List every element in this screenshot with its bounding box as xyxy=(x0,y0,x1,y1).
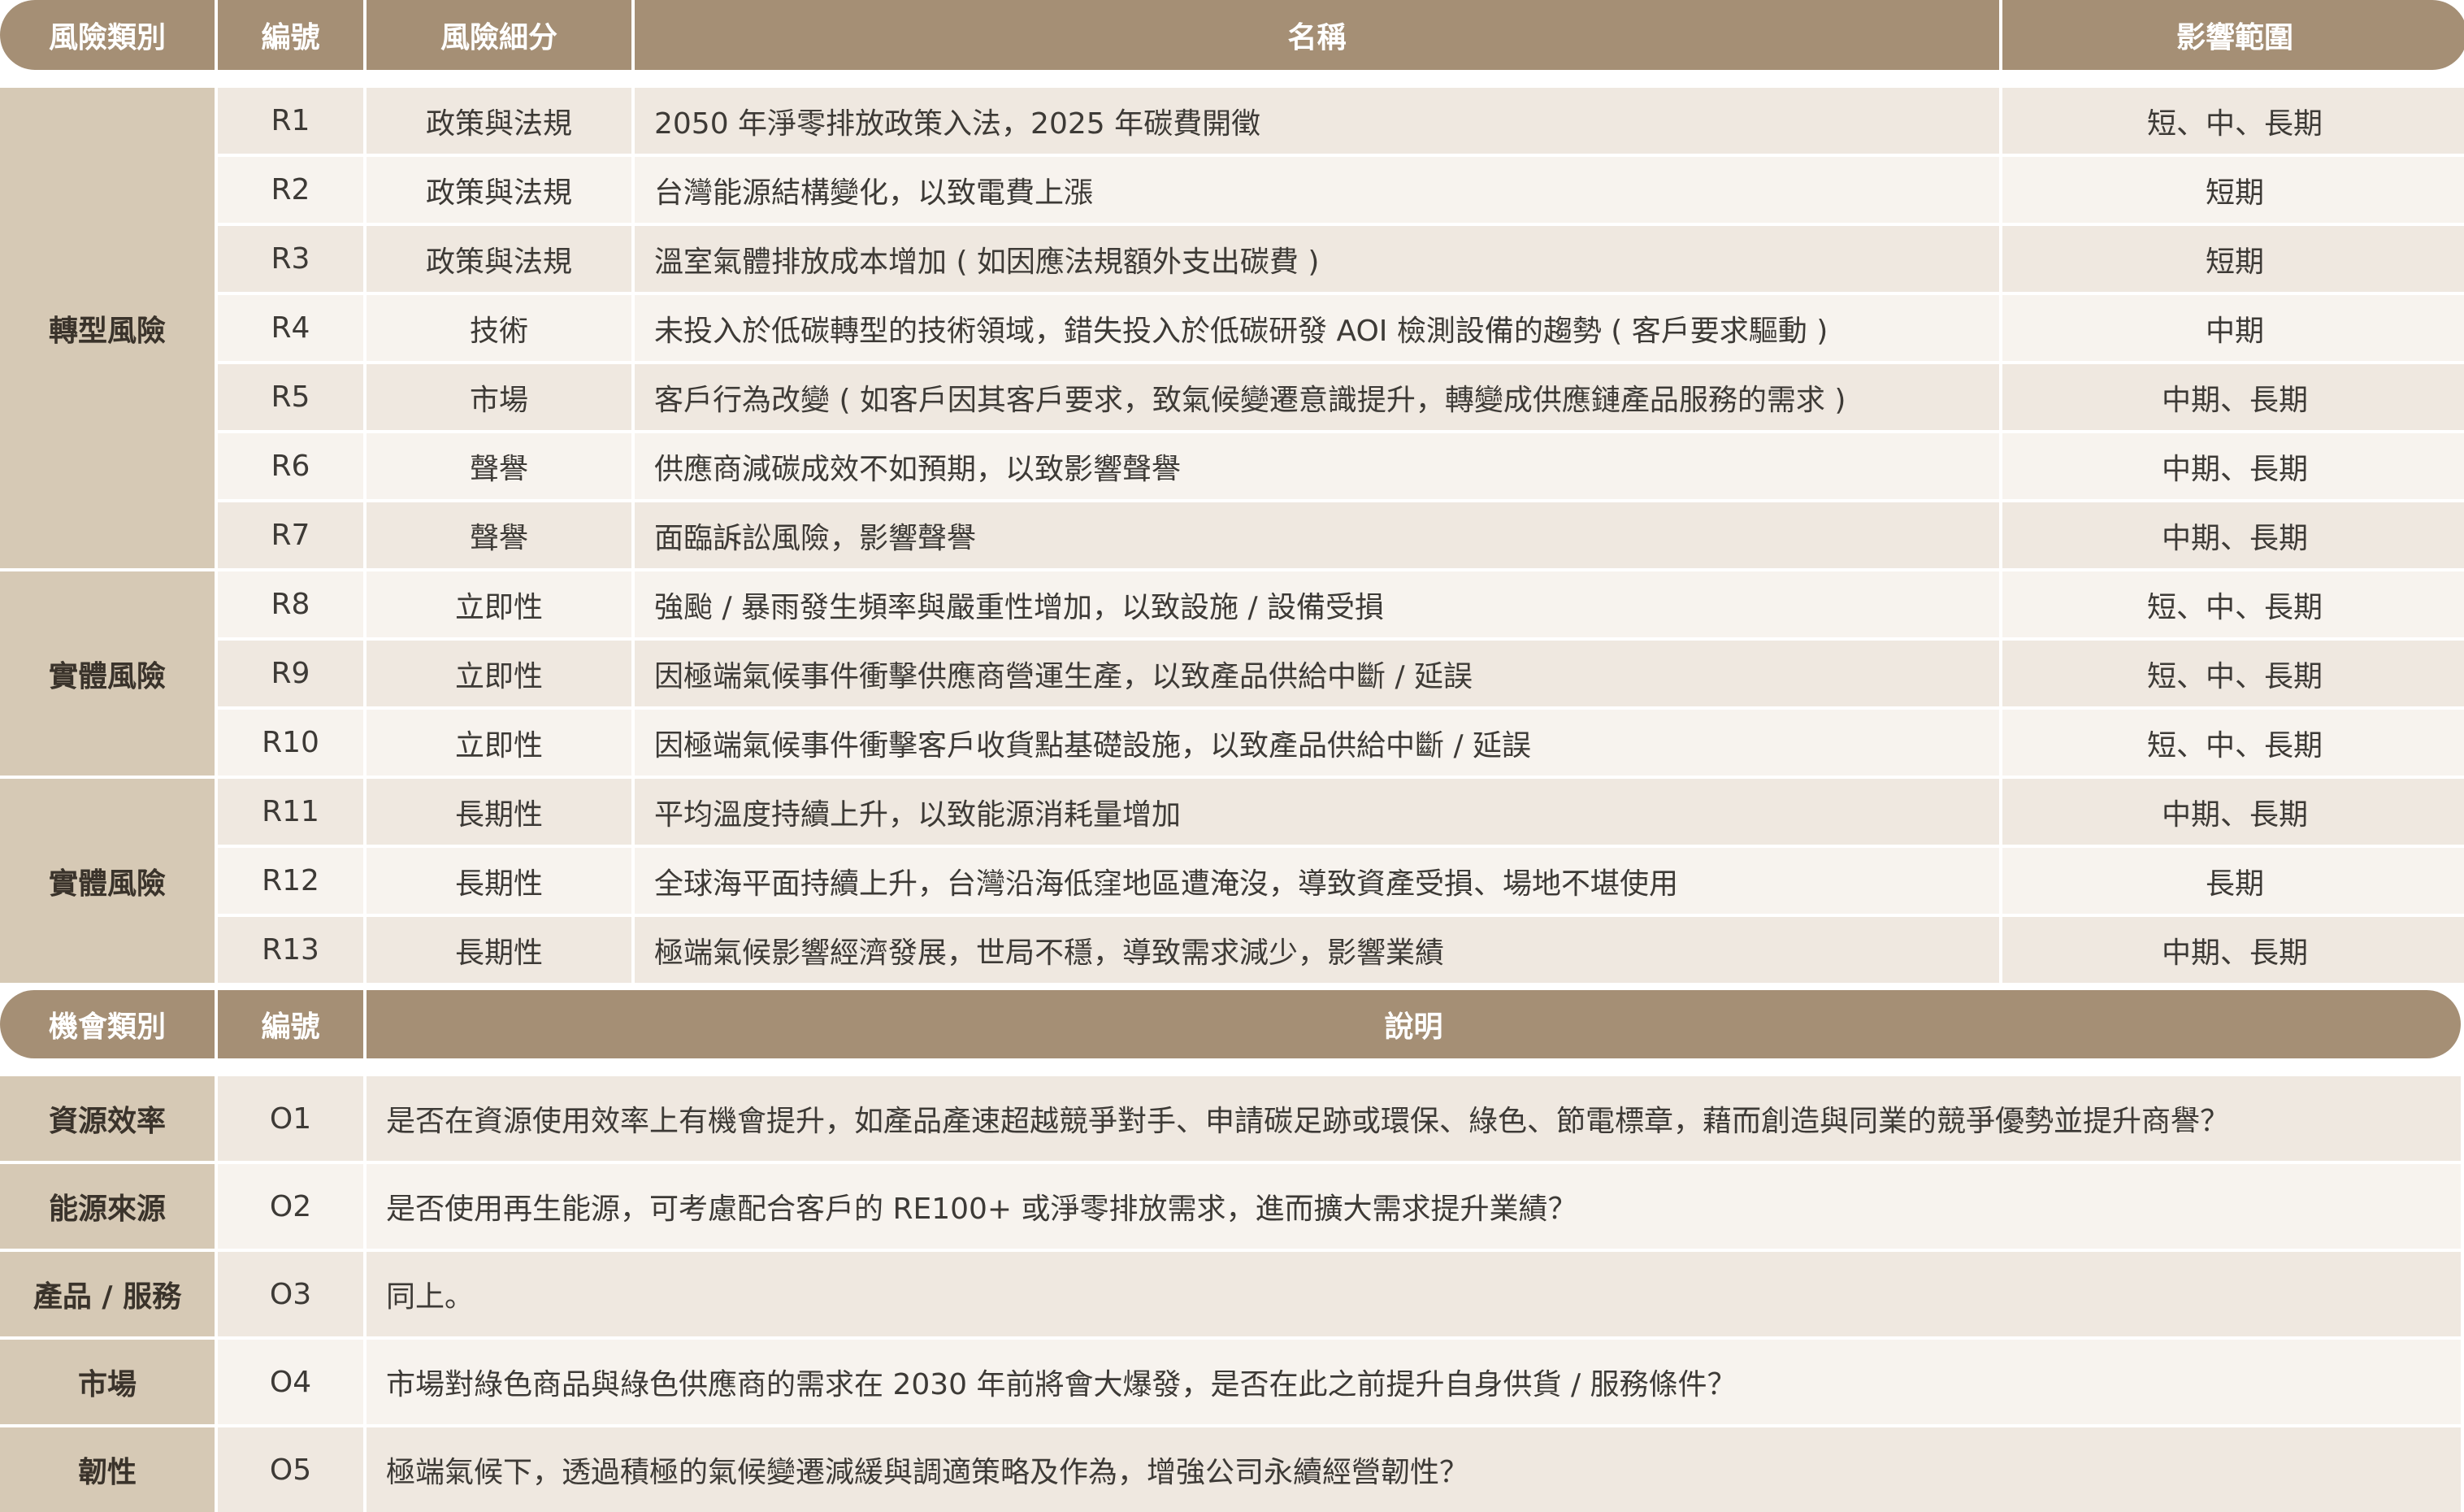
risk-category-cell: 實體風險 xyxy=(0,779,215,983)
risk-id-cell: R9 xyxy=(218,641,363,706)
risk-id-cell: R12 xyxy=(218,848,363,914)
risk-impact-cell: 中期、長期 xyxy=(2002,433,2464,499)
risk-name-cell: 未投入於低碳轉型的技術領域，錯失投入於低碳研發 AOI 檢測設備的趨勢 ( 客戶… xyxy=(635,295,1999,361)
risk-impact-cell: 短期 xyxy=(2002,157,2464,223)
risk-subcategory-cell: 聲譽 xyxy=(367,502,631,568)
risk-name-cell: 2050 年淨零排放政策入法，2025 年碳費開徵 xyxy=(635,88,1999,154)
risk-header-name: 名稱 xyxy=(635,0,1999,70)
risk-name-cell: 因極端氣候事件衝擊客戶收貨點基礎設施，以致產品供給中斷 / 延誤 xyxy=(635,710,1999,776)
risk-header-impact: 影響範圍 xyxy=(2002,0,2464,70)
risk-subcategory-cell: 立即性 xyxy=(367,710,631,776)
risk-impact-cell: 中期、長期 xyxy=(2002,364,2464,430)
opportunity-category-cell: 資源效率 xyxy=(0,1076,215,1161)
opportunity-description-cell: 是否使用再生能源，可考慮配合客戶的 RE100+ 或淨零排放需求，進而擴大需求提… xyxy=(367,1164,2461,1249)
risk-header-spacer xyxy=(0,73,2464,85)
opportunity-id-cell: O3 xyxy=(218,1252,363,1336)
risk-subcategory-cell: 政策與法規 xyxy=(367,157,631,223)
risk-subcategory-cell: 長期性 xyxy=(367,848,631,914)
risk-name-cell: 供應商減碳成效不如預期，以致影響聲譽 xyxy=(635,433,1999,499)
opportunity-id-cell: O2 xyxy=(218,1164,363,1249)
risk-impact-cell: 短、中、長期 xyxy=(2002,641,2464,706)
risk-id-cell: R10 xyxy=(218,710,363,776)
opportunity-id-cell: O4 xyxy=(218,1340,363,1424)
risk-name-cell: 全球海平面持續上升，台灣沿海低窪地區遭淹沒，導致資產受損、場地不堪使用 xyxy=(635,848,1999,914)
risk-name-cell: 客戶行為改變 ( 如客戶因其客戶要求，致氣候變遷意識提升，轉變成供應鏈產品服務的… xyxy=(635,364,1999,430)
risk-category-cell: 實體風險 xyxy=(0,571,215,776)
opportunity-description-cell: 極端氣候下，透過積極的氣候變遷減緩與調適策略及作為，增強公司永續經營韌性？ xyxy=(367,1427,2461,1512)
risk-id-cell: R11 xyxy=(218,779,363,845)
risk-subcategory-cell: 政策與法規 xyxy=(367,226,631,292)
risk-id-cell: R7 xyxy=(218,502,363,568)
risk-subcategory-cell: 長期性 xyxy=(367,917,631,983)
opportunity-id-cell: O5 xyxy=(218,1427,363,1512)
risk-impact-cell: 長期 xyxy=(2002,848,2464,914)
risk-impact-cell: 中期、長期 xyxy=(2002,502,2464,568)
risk-id-cell: R4 xyxy=(218,295,363,361)
risk-header-id: 編號 xyxy=(218,0,363,70)
risk-name-cell: 平均溫度持續上升，以致能源消耗量增加 xyxy=(635,779,1999,845)
opportunity-category-cell: 產品 / 服務 xyxy=(0,1252,215,1336)
risk-impact-cell: 短、中、長期 xyxy=(2002,710,2464,776)
risk-name-cell: 極端氣候影響經濟發展，世局不穩，導致需求減少，影響業績 xyxy=(635,917,1999,983)
risk-name-cell: 面臨訴訟風險，影響聲譽 xyxy=(635,502,1999,568)
opportunity-header-id: 編號 xyxy=(218,990,363,1058)
risk-impact-cell: 短期 xyxy=(2002,226,2464,292)
opportunity-description-cell: 同上。 xyxy=(367,1252,2461,1336)
risk-subcategory-cell: 聲譽 xyxy=(367,433,631,499)
risk-header-category: 風險類別 xyxy=(0,0,215,70)
risk-impact-cell: 中期、長期 xyxy=(2002,917,2464,983)
risk-category-cell: 轉型風險 xyxy=(0,88,215,568)
risk-id-cell: R13 xyxy=(218,917,363,983)
risk-subcategory-cell: 技術 xyxy=(367,295,631,361)
climate-risk-opportunity-tables: 風險類別 編號 風險細分 名稱 影響範圍 轉型風險 實體風險 實體風險 R1 政策與法規… xyxy=(0,0,2464,1512)
risk-subcategory-cell: 立即性 xyxy=(367,641,631,706)
risk-impact-cell: 短、中、長期 xyxy=(2002,88,2464,154)
opportunity-category-cell: 能源來源 xyxy=(0,1164,215,1249)
opportunity-header-description: 說明 xyxy=(367,990,2461,1058)
opportunity-header-spacer xyxy=(0,1062,2461,1073)
risk-header-subcategory: 風險細分 xyxy=(367,0,631,70)
opportunity-header-category: 機會類別 xyxy=(0,990,215,1058)
opportunity-category-cell: 市場 xyxy=(0,1340,215,1424)
risk-subcategory-cell: 長期性 xyxy=(367,779,631,845)
opportunity-category-cell: 韌性 xyxy=(0,1427,215,1512)
risk-id-cell: R2 xyxy=(218,157,363,223)
risk-id-cell: R8 xyxy=(218,571,363,637)
risk-subcategory-cell: 市場 xyxy=(367,364,631,430)
risk-id-cell: R3 xyxy=(218,226,363,292)
risk-impact-cell: 中期、長期 xyxy=(2002,779,2464,845)
risk-name-cell: 溫室氣體排放成本增加 ( 如因應法規額外支出碳費 ) xyxy=(635,226,1999,292)
risk-table: 風險類別 編號 風險細分 名稱 影響範圍 轉型風險 實體風險 實體風險 R1 政策與法規… xyxy=(0,0,2464,983)
risk-impact-cell: 中期 xyxy=(2002,295,2464,361)
risk-id-cell: R1 xyxy=(218,88,363,154)
risk-id-cell: R6 xyxy=(218,433,363,499)
opportunity-description-cell: 是否在資源使用效率上有機會提升，如產品產速超越競爭對手、申請碳足跡或環保、綠色、… xyxy=(367,1076,2461,1161)
opportunity-description-cell: 市場對綠色商品與綠色供應商的需求在 2030 年前將會大爆發，是否在此之前提升自… xyxy=(367,1340,2461,1424)
risk-name-cell: 因極端氣候事件衝擊供應商營運生產，以致產品供給中斷 / 延誤 xyxy=(635,641,1999,706)
risk-subcategory-cell: 立即性 xyxy=(367,571,631,637)
opportunity-table: 機會類別 編號 說明 資源效率 O1 是否在資源使用效率上有機會提升，如產品產速超越… xyxy=(0,990,2464,1512)
opportunity-id-cell: O1 xyxy=(218,1076,363,1161)
risk-name-cell: 強颱 / 暴雨發生頻率與嚴重性增加，以致設施 / 設備受損 xyxy=(635,571,1999,637)
risk-name-cell: 台灣能源結構變化，以致電費上漲 xyxy=(635,157,1999,223)
risk-id-cell: R5 xyxy=(218,364,363,430)
risk-subcategory-cell: 政策與法規 xyxy=(367,88,631,154)
risk-impact-cell: 短、中、長期 xyxy=(2002,571,2464,637)
